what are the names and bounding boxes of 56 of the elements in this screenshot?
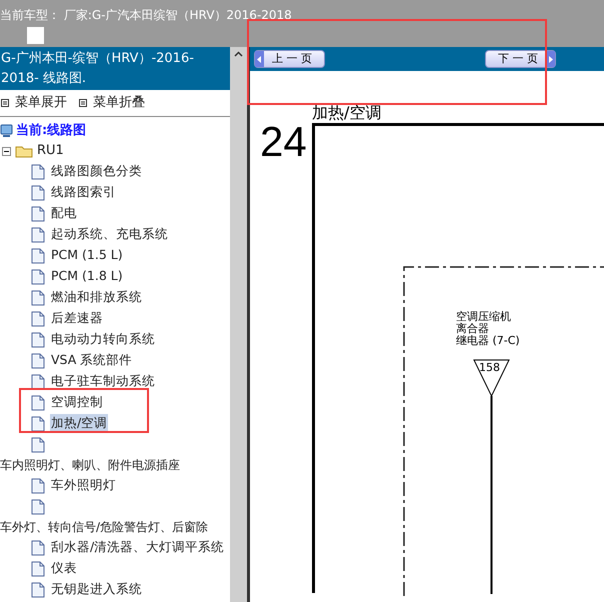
tree-item[interactable]: 电子驻车制动系统 (50, 372, 156, 391)
page-icon (31, 478, 45, 494)
list-icon (1, 99, 9, 107)
page-icon (31, 310, 45, 326)
menu-toggle-link[interactable]: 菜单折叠 (79, 93, 145, 113)
collapse-toggle[interactable] (2, 146, 11, 156)
tree-group-label[interactable]: 车内照明灯、喇叭、附件电源插座 (0, 456, 180, 474)
tree-item[interactable]: 配电 (50, 204, 78, 223)
tree-root-label[interactable]: 当前:线路图 (16, 120, 86, 140)
page-icon (31, 226, 45, 242)
diagram-title: 加热/空调 (312, 103, 382, 123)
page-icon (31, 394, 45, 410)
menu-toggle-link[interactable]: 菜单展开 (1, 93, 67, 113)
sidebar-title: G-广州本田-缤智（HRV）-2016-2018- 线路图. (0, 47, 230, 90)
tree-item[interactable]: 刮水器/清洗器、大灯调平系统 (50, 538, 226, 557)
tree-item[interactable]: 线路图索引 (50, 183, 117, 202)
previous-page-button[interactable]: 上 一 页 (254, 50, 325, 68)
page-icon (31, 560, 45, 576)
scroll-up-icon (234, 51, 243, 57)
tree-item[interactable]: 空调控制 (50, 393, 104, 412)
page-icon (31, 248, 45, 264)
page-icon (31, 352, 45, 368)
folder-icon (15, 144, 33, 158)
vehicle-model-text: 当前车型： 厂家:G-广汽本田缤智（HRV）2016-2018 (0, 7, 293, 24)
tree-item[interactable]: 电动动力转向系统 (50, 330, 156, 349)
page-icon (31, 374, 45, 390)
tree-item[interactable]: 车外照明灯 (50, 476, 117, 495)
page-icon (31, 540, 45, 556)
page-icon (31, 184, 45, 200)
page-icon (31, 436, 45, 452)
page-icon (31, 164, 45, 180)
tree-item[interactable]: 线路图颜色分类 (50, 162, 143, 181)
page-icon (31, 332, 45, 348)
next-page-button[interactable]: 下 一 页 (485, 50, 556, 68)
tree-item[interactable]: 燃油和排放系统 (50, 288, 143, 307)
page-icon (31, 416, 45, 432)
computer-icon (0, 124, 13, 138)
tree-item[interactable]: 后差速器 (50, 309, 104, 328)
component-label: 空调压缩机 离合器 继电器 (7-C) (456, 311, 520, 347)
tree-item[interactable]: PCM (1.8 L) (50, 267, 124, 286)
tree-item[interactable]: PCM (1.5 L) (50, 246, 124, 265)
page-icon (31, 206, 45, 222)
tree-item[interactable]: VSA 系统部件 (50, 351, 134, 370)
tree-item[interactable]: 起动系统、充电系统 (50, 225, 169, 244)
tree-group-label[interactable]: 车外灯、转向信号/危险警告灯、后窗除 (0, 518, 208, 536)
page-number: 24 (260, 121, 308, 167)
page-icon (31, 290, 45, 306)
page-icon (31, 498, 45, 514)
tree-folder-label[interactable]: RU1 (37, 141, 64, 161)
page-icon (31, 582, 45, 598)
tree-item[interactable]: 仪表 (50, 559, 78, 578)
terminal-number: 158 (479, 360, 500, 376)
tree-item[interactable]: 无钥匙进入系统 (50, 580, 143, 599)
page-icon (31, 268, 45, 284)
list-icon (79, 99, 87, 107)
blank-square (27, 27, 44, 44)
